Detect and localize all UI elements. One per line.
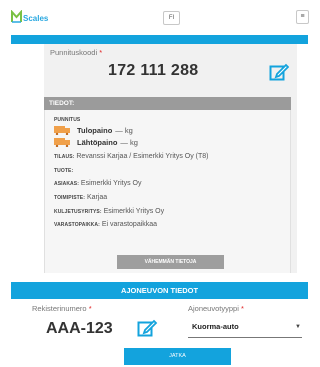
weighing-section-label: PUNNITUS (54, 117, 81, 123)
info-header: TIEDOT: (44, 97, 291, 110)
logo-mark-icon (11, 10, 22, 23)
delivery-value: Karjaa (86, 194, 108, 201)
vehicle-section-header: AJONEUVON TIEDOT (11, 282, 308, 299)
carrier-label: KULJETUSYRITYS: (54, 209, 102, 215)
inbound-weight-value: — kg (115, 126, 133, 135)
weighing-code-label: Punnituskoodi * (50, 48, 103, 57)
carrier-row: KULJETUSYRITYS: Esimerkki Yritys Oy (54, 208, 164, 215)
less-info-button[interactable]: VÄHEMMÄN TIETOJA (117, 255, 224, 269)
vehicle-type-select[interactable]: Kuorma-auto ▼ (188, 316, 302, 338)
edit-code-icon[interactable] (269, 62, 290, 82)
continue-button[interactable]: JATKA (124, 348, 231, 365)
menu-button[interactable]: ≡ (296, 10, 309, 24)
product-row: TUOTE: (54, 167, 73, 174)
top-bar: Scales FI ≡ (0, 0, 319, 34)
chevron-down-icon: ▼ (295, 323, 301, 330)
header-accent-bar (11, 35, 308, 44)
vehicle-type-value: Kuorma-auto (192, 322, 239, 331)
customer-value: Esimerkki Yritys Oy (80, 180, 142, 187)
storage-label: VARASTOPAIKKA: (54, 222, 100, 228)
delivery-row: TOIMIPISTE: Karjaa (54, 194, 107, 201)
customer-label: ASIAKAS: (54, 181, 79, 187)
registration-label: Rekisterinumero * (32, 304, 92, 313)
inbound-weight-label: Tulopaino (77, 126, 113, 135)
delivery-label: TOIMIPISTE: (54, 195, 86, 201)
language-button[interactable]: FI (163, 11, 180, 25)
storage-row: VARASTOPAIKKA: Ei varastopaikkaa (54, 221, 157, 228)
edit-registration-icon[interactable] (137, 318, 158, 338)
weighing-code-value: 172 111 288 (108, 62, 199, 79)
order-label: TILAUS: (54, 154, 75, 160)
scales-logo[interactable]: Scales (11, 10, 48, 23)
customer-row: ASIAKAS: Esimerkki Yritys Oy (54, 180, 141, 187)
registration-value: AAA-123 (46, 320, 113, 337)
truck-icon (54, 138, 71, 148)
outbound-weight-label: Lähtöpaino (77, 138, 118, 147)
brand-name: Scales (23, 14, 49, 23)
order-row: TILAUS: Revanssi Karjaa / Esimerkki Yrit… (54, 153, 209, 160)
outbound-weight-row: Lähtöpaino — kg (54, 138, 138, 148)
vehicle-type-label: Ajoneuvotyyppi * (188, 304, 244, 313)
storage-value: Ei varastopaikkaa (101, 221, 158, 228)
product-label: TUOTE: (54, 168, 74, 174)
order-value: Revanssi Karjaa / Esimerkki Yritys Oy (T… (76, 153, 209, 160)
outbound-weight-value: — kg (120, 138, 138, 147)
inbound-weight-row: Tulopaino — kg (54, 126, 133, 136)
carrier-value: Esimerkki Yritys Oy (103, 208, 165, 215)
truck-icon (54, 126, 71, 136)
